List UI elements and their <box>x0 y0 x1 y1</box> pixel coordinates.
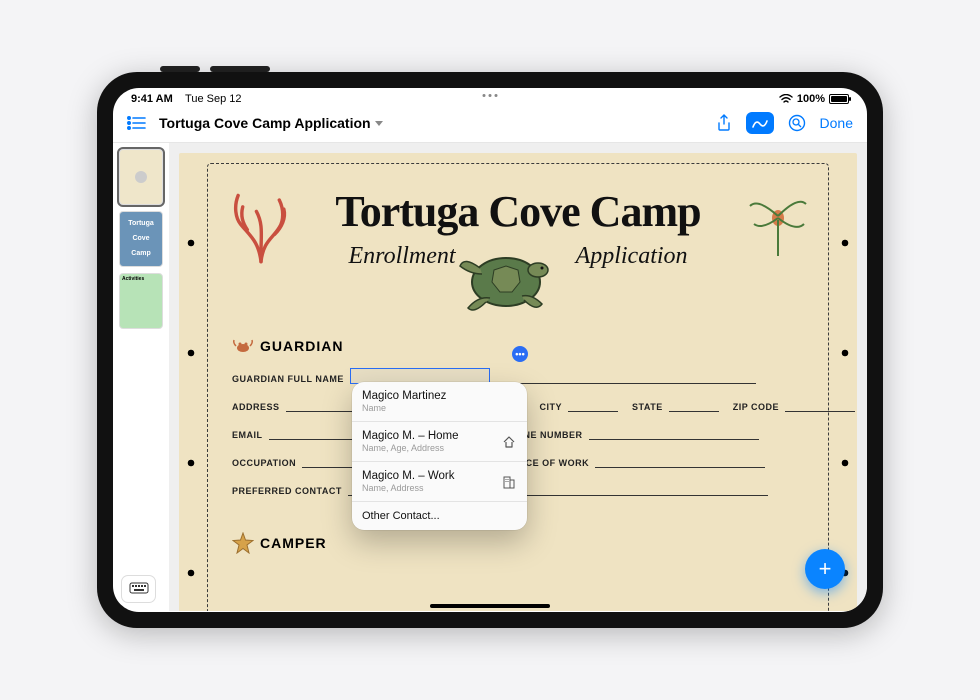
share-icon <box>716 114 732 132</box>
screen: 9:41 AM Tue Sep 12 100% Tortuga Cove Cam… <box>113 88 867 612</box>
autofill-other-label: Other Contact... <box>362 510 440 522</box>
label-full-name: GUARDIAN FULL NAME <box>232 374 344 384</box>
autofill-name-1: Magico Martinez <box>362 390 446 402</box>
status-date: Tue Sep 12 <box>185 93 241 105</box>
page-content: Tortuga Cove Camp Enrollment Application… <box>207 163 829 611</box>
wifi-icon <box>779 94 793 104</box>
building-icon <box>501 474 517 490</box>
input-phone[interactable] <box>589 426 759 440</box>
autofill-popup: Magico Martinez Name Magico M. – Home Na… <box>352 382 527 530</box>
markup-button[interactable] <box>746 112 774 134</box>
home-indicator[interactable] <box>430 604 550 608</box>
autofill-sub-2: Name, Age, Address <box>362 443 459 453</box>
label-email: EMAIL <box>232 430 263 440</box>
label-occupation: OCCUPATION <box>232 458 296 468</box>
status-right: 100% <box>779 93 849 105</box>
document-title[interactable]: Tortuga Cove Camp Application <box>159 115 383 131</box>
keyboard-button[interactable] <box>121 575 156 603</box>
search-circle-icon <box>788 114 806 132</box>
ipad-device: 9:41 AM Tue Sep 12 100% Tortuga Cove Cam… <box>97 72 883 628</box>
autofill-name-3: Magico M. – Work <box>362 470 454 482</box>
page-thumbnail-3[interactable]: Activities <box>119 273 163 329</box>
autofill-sub-1: Name <box>362 403 446 413</box>
input-workplace[interactable] <box>595 454 765 468</box>
battery-percent: 100% <box>797 93 825 105</box>
palm-illustration <box>748 188 808 258</box>
thumb3-label: Activities <box>120 274 162 284</box>
thumbnail-sidebar: Tortuga Cove Camp Activities <box>113 143 169 611</box>
markup-icon <box>751 116 769 130</box>
label-state: STATE <box>632 402 663 412</box>
subtitle-application: Application <box>576 243 688 270</box>
camper-section-title: CAMPER <box>232 532 804 554</box>
autofill-item-1[interactable]: Magico Martinez Name <box>352 382 527 422</box>
autofill-other-contact[interactable]: Other Contact... <box>352 502 527 530</box>
toolbar: Tortuga Cove Camp Application Done <box>113 108 867 143</box>
chevron-down-icon <box>375 121 383 126</box>
camper-label: CAMPER <box>260 535 327 551</box>
guardian-label: GUARDIAN <box>260 338 343 354</box>
plus-icon: + <box>819 556 832 582</box>
turtle-illustration <box>446 240 566 320</box>
status-time: 9:41 AM <box>131 93 173 105</box>
keyboard-icon <box>129 582 149 596</box>
label-address: ADDRESS <box>232 402 280 412</box>
page-thumbnail-1[interactable] <box>119 149 163 205</box>
done-button[interactable]: Done <box>820 115 853 131</box>
coral-illustration <box>226 184 296 264</box>
sidebar-toggle-button[interactable] <box>127 116 147 130</box>
autofill-badge[interactable]: ••• <box>512 346 528 362</box>
status-left: 9:41 AM Tue Sep 12 <box>131 93 241 105</box>
autofill-name-2: Magico M. – Home <box>362 430 459 442</box>
multitask-dots[interactable] <box>483 94 498 97</box>
thumb2-line2: Cove <box>120 227 162 242</box>
input-zip[interactable] <box>785 398 855 412</box>
page: Tortuga Cove Camp Enrollment Application… <box>179 153 857 611</box>
status-bar: 9:41 AM Tue Sep 12 100% <box>113 88 867 108</box>
document-title-text: Tortuga Cove Camp Application <box>159 115 371 131</box>
autofill-item-2[interactable]: Magico M. – Home Name, Age, Address <box>352 422 527 462</box>
subtitle-enrollment: Enrollment <box>348 243 455 270</box>
label-preferred: PREFERRED CONTACT <box>232 486 342 496</box>
share-button[interactable] <box>716 114 732 132</box>
battery-icon <box>829 94 849 104</box>
input-state[interactable] <box>669 398 719 412</box>
document-main-title: Tortuga Cove Camp <box>232 186 804 237</box>
input-city[interactable] <box>568 398 618 412</box>
thumb2-line1: Tortuga <box>120 212 162 227</box>
input-full-name-line[interactable] <box>496 370 756 384</box>
thumb2-line3: Camp <box>120 242 162 257</box>
starfish-icon <box>232 532 254 554</box>
page-canvas[interactable]: Tortuga Cove Camp Enrollment Application… <box>169 143 867 611</box>
autofill-item-3[interactable]: Magico M. – Work Name, Address <box>352 462 527 502</box>
home-icon <box>501 434 517 450</box>
search-button[interactable] <box>788 114 806 132</box>
crab-icon <box>232 338 254 354</box>
document-area: Tortuga Cove Camp Activities <box>113 143 867 611</box>
label-city: CITY <box>540 402 563 412</box>
label-zip: ZIP CODE <box>733 402 779 412</box>
add-button[interactable]: + <box>805 549 845 589</box>
list-icon <box>127 116 147 130</box>
page-thumbnail-2[interactable]: Tortuga Cove Camp <box>119 211 163 267</box>
document-header: Tortuga Cove Camp Enrollment Application <box>232 186 804 326</box>
autofill-sub-3: Name, Address <box>362 483 454 493</box>
